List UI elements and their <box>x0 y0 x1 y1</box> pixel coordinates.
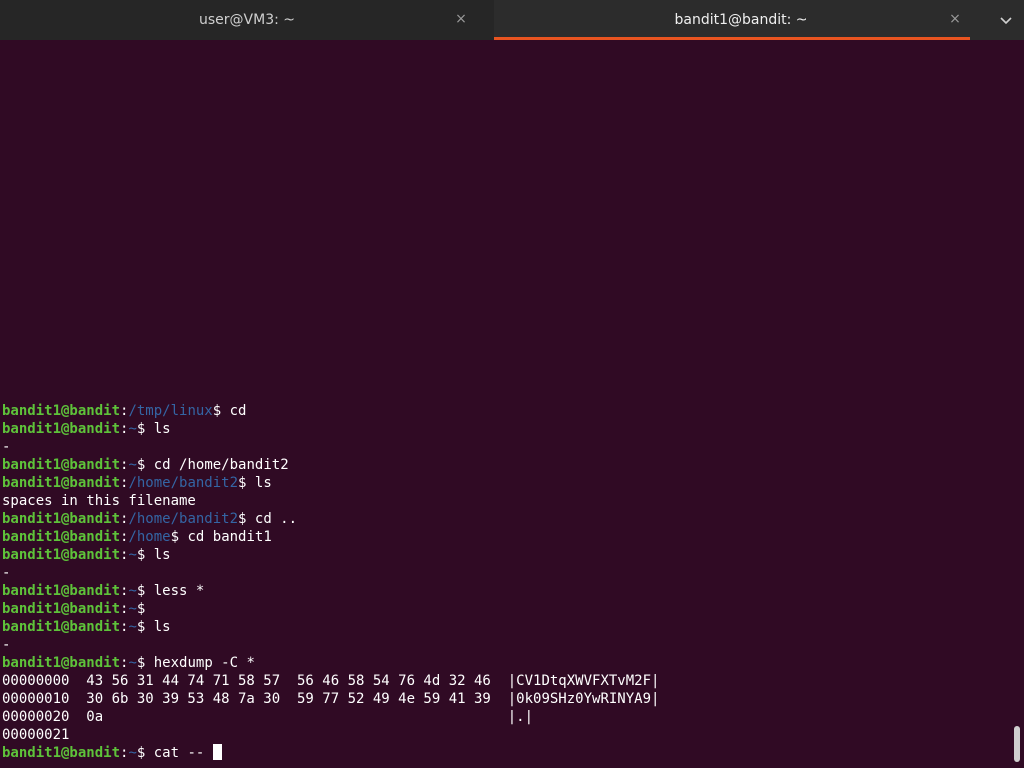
command-text: cd bandit1 <box>179 529 272 545</box>
prompt-user: bandit1@bandit <box>2 421 121 437</box>
terminal-window: user@VM3: ~ × bandit1@bandit: ~ × bandit… <box>0 0 1024 768</box>
prompt-path: ~ <box>128 601 137 617</box>
terminal-line: 00000010 30 6b 30 39 53 48 7a 30 59 77 5… <box>2 690 659 708</box>
command-text: cd <box>221 403 247 419</box>
command-text: cd .. <box>246 511 298 527</box>
terminal-line: - <box>2 636 659 654</box>
output-text: - <box>2 439 11 455</box>
prompt-path: ~ <box>128 421 137 437</box>
chevron-down-icon <box>1000 17 1012 25</box>
terminal-line: bandit1@bandit:~$ ls <box>2 420 659 438</box>
prompt-user: bandit1@bandit <box>2 547 121 563</box>
prompt-user: bandit1@bandit <box>2 529 121 545</box>
terminal-line: bandit1@bandit:/home/bandit2$ ls <box>2 474 659 492</box>
terminal-line: spaces in this filename <box>2 492 659 510</box>
prompt-user: bandit1@bandit <box>2 601 121 617</box>
prompt-path: /home/bandit2 <box>128 511 239 527</box>
terminal-area[interactable]: bandit1@bandit:/tmp/linux$ cd bandit1@ban… <box>0 40 1024 768</box>
terminal-line: bandit1@bandit:~$ cat -- <box>2 744 659 762</box>
tab-title: user@VM3: ~ <box>199 12 295 28</box>
prompt-path: ~ <box>128 655 137 671</box>
command-text: less * <box>145 583 205 599</box>
command-text: ls <box>246 475 272 491</box>
command-text: ls <box>145 547 171 563</box>
terminal-line: bandit1@bandit:/home$ cd bandit1 <box>2 528 659 546</box>
terminal-output: bandit1@bandit:/tmp/linux$ cd bandit1@ban… <box>2 402 659 762</box>
terminal-line: bandit1@bandit:~$ less * <box>2 582 659 600</box>
terminal-line: bandit1@bandit:~$ hexdump -C * <box>2 654 659 672</box>
chevron-down-icon[interactable] <box>988 0 1024 40</box>
command-text: cat -- <box>145 745 213 761</box>
prompt-symbol: $ <box>212 403 222 419</box>
output-text: 00000020 0a |.| <box>2 709 534 725</box>
terminal-line: 00000021 <box>2 726 659 744</box>
terminal-line: - <box>2 564 659 582</box>
output-text: - <box>2 565 11 581</box>
terminal-line: - <box>2 438 659 456</box>
prompt-path: ~ <box>128 547 137 563</box>
prompt-path: /home/bandit2 <box>128 475 239 491</box>
prompt-path: ~ <box>128 583 137 599</box>
prompt-path: ~ <box>128 745 137 761</box>
prompt-user: bandit1@bandit <box>2 475 121 491</box>
terminal-line: 00000020 0a |.| <box>2 708 659 726</box>
output-text: 00000021 <box>2 727 70 743</box>
prompt-path: ~ <box>128 619 137 635</box>
terminal-line: bandit1@bandit:/home/bandit2$ cd .. <box>2 510 659 528</box>
prompt-path: /tmp/linux <box>128 403 213 419</box>
scrollbar[interactable] <box>1014 726 1020 762</box>
command-text: ls <box>145 421 171 437</box>
prompt-user: bandit1@bandit <box>2 403 121 419</box>
prompt-user: bandit1@bandit <box>2 583 121 599</box>
prompt-symbol: $ <box>170 529 180 545</box>
prompt-user: bandit1@bandit <box>2 619 121 635</box>
close-icon[interactable]: × <box>946 10 964 28</box>
terminal-line: bandit1@bandit:/tmp/linux$ cd <box>2 402 659 420</box>
prompt-user: bandit1@bandit <box>2 511 121 527</box>
command-text: ls <box>145 619 171 635</box>
output-text: 00000000 43 56 31 44 74 71 58 57 56 46 5… <box>2 673 660 689</box>
terminal-line: bandit1@bandit:~$ ls <box>2 618 659 636</box>
close-icon[interactable]: × <box>452 10 470 28</box>
tab-bandit1[interactable]: bandit1@bandit: ~ × <box>494 0 988 40</box>
terminal-line: bandit1@bandit:~$ <box>2 600 659 618</box>
output-text: - <box>2 637 11 653</box>
tab-title: bandit1@bandit: ~ <box>674 12 808 28</box>
output-text: spaces in this filename <box>2 493 196 509</box>
command-text: hexdump -C * <box>145 655 255 671</box>
terminal-line: 00000000 43 56 31 44 74 71 58 57 56 46 5… <box>2 672 659 690</box>
terminal-line: bandit1@bandit:~$ ls <box>2 546 659 564</box>
terminal-line: bandit1@bandit:~$ cd /home/bandit2 <box>2 456 659 474</box>
prompt-symbol: $ <box>136 601 146 617</box>
prompt-path: /home <box>128 529 171 545</box>
prompt-user: bandit1@bandit <box>2 745 121 761</box>
output-text: 00000010 30 6b 30 39 53 48 7a 30 59 77 5… <box>2 691 660 707</box>
text-cursor <box>212 744 222 760</box>
prompt-path: ~ <box>128 457 137 473</box>
command-text: cd /home/bandit2 <box>145 457 289 473</box>
prompt-user: bandit1@bandit <box>2 457 121 473</box>
prompt-user: bandit1@bandit <box>2 655 121 671</box>
tab-user-vm3[interactable]: user@VM3: ~ × <box>0 0 494 40</box>
tab-bar: user@VM3: ~ × bandit1@bandit: ~ × <box>0 0 1024 40</box>
